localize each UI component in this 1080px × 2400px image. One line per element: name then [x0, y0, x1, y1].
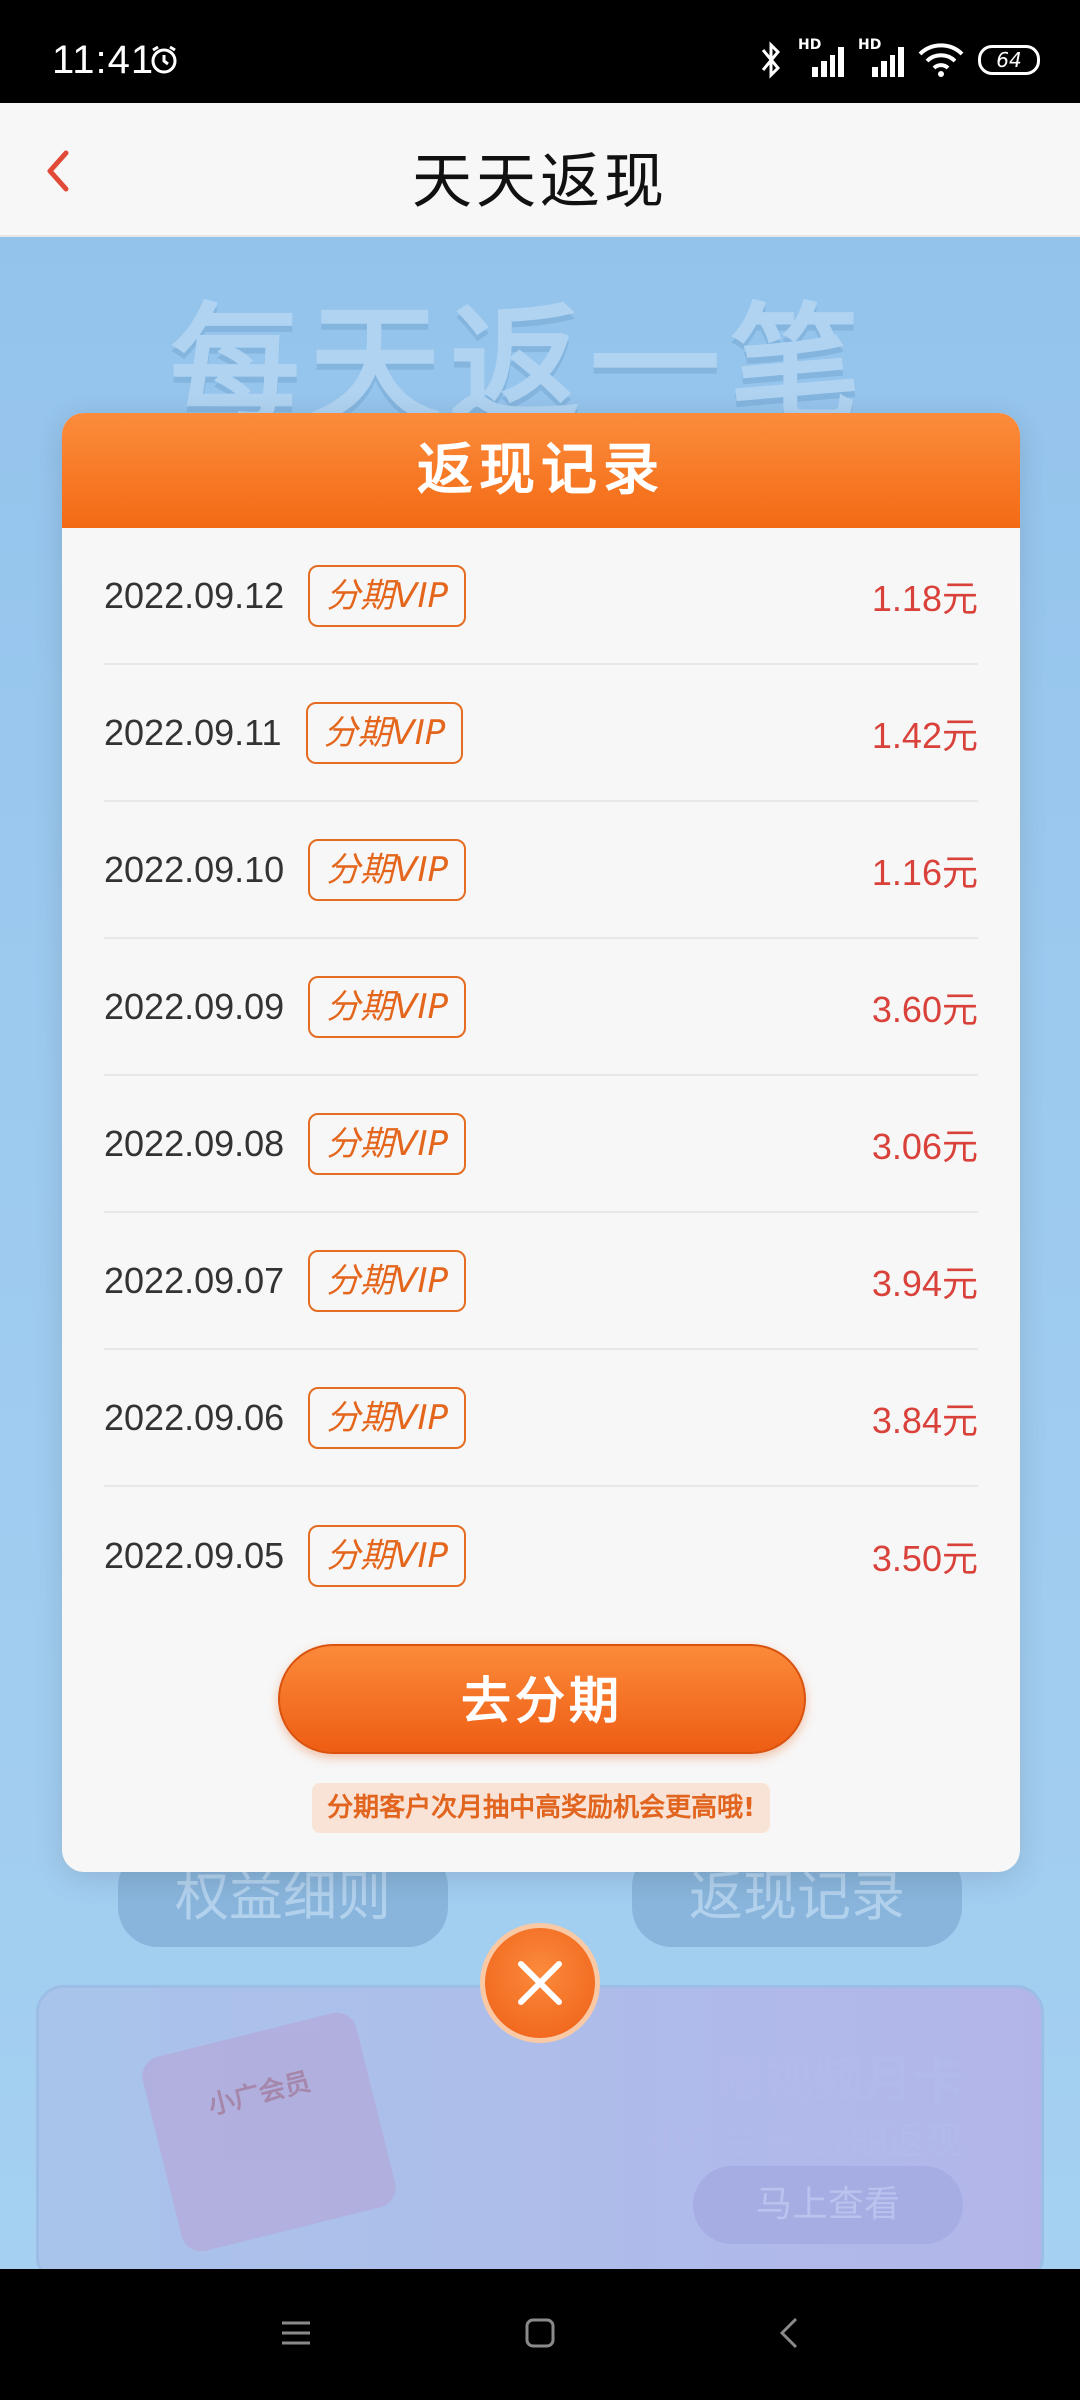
list-item: 2022.09.12 分期VIP 1.18元: [104, 528, 978, 665]
list-item: 2022.09.08 分期VIP 3.06元: [104, 1076, 978, 1213]
list-item: 2022.09.05 分期VIP 3.50元: [104, 1487, 978, 1624]
status-bar: 11:41 HD HD 64: [0, 0, 1080, 103]
record-date: 2022.09.11: [104, 711, 282, 753]
amount-value: 1.16: [871, 851, 942, 893]
record-amount: 1.16元: [872, 844, 978, 896]
wifi-icon: [918, 43, 964, 77]
amount-unit: 元: [941, 989, 978, 1031]
record-tag: 分期VIP: [308, 1386, 466, 1449]
list-item: 2022.09.06 分期VIP 3.84元: [104, 1350, 978, 1487]
signal-icon-1: HD: [798, 37, 844, 77]
amount-unit: 元: [941, 852, 978, 894]
battery-icon: 64: [978, 45, 1040, 75]
amount-unit: 元: [941, 1400, 978, 1442]
amount-value: 3.84: [871, 1399, 942, 1441]
record-amount: 3.50元: [872, 1530, 978, 1582]
record-amount: 3.06元: [872, 1118, 978, 1170]
system-nav-bar: [0, 2269, 1080, 2400]
record-amount: 1.42元: [872, 707, 978, 759]
record-amount: 3.60元: [872, 981, 978, 1033]
record-date: 2022.09.12: [104, 574, 285, 616]
back-icon[interactable]: [772, 2315, 808, 2351]
record-amount: 3.94元: [872, 1255, 978, 1307]
list-item: 2022.09.10 分期VIP 1.16元: [104, 802, 978, 939]
record-date: 2022.09.09: [104, 985, 285, 1027]
modal-title: 返现记录: [62, 413, 1020, 528]
record-list: 2022.09.12 分期VIP 1.18元 2022.09.11 分期VIP …: [104, 528, 978, 1624]
record-tag: 分期VIP: [305, 701, 464, 764]
list-item: 2022.09.07 分期VIP 3.94元: [104, 1213, 978, 1350]
status-time: 11:41: [52, 38, 155, 82]
alarm-icon: [151, 45, 177, 74]
signal-icon-2: HD: [858, 37, 904, 77]
record-date: 2022.09.05: [104, 1534, 285, 1576]
list-item: 2022.09.11 分期VIP 1.42元: [104, 665, 978, 802]
record-amount: 3.84元: [872, 1392, 978, 1444]
bluetooth-icon: [761, 41, 781, 79]
menu-icon[interactable]: [278, 2315, 314, 2351]
record-date: 2022.09.10: [104, 848, 285, 890]
close-modal-button[interactable]: [480, 1923, 600, 2043]
record-tag: 分期VIP: [308, 1112, 466, 1175]
amount-value: 3.60: [871, 988, 942, 1030]
amount-unit: 元: [941, 1538, 978, 1580]
amount-value: 1.42: [871, 714, 942, 756]
hd-label: HD: [798, 37, 822, 53]
list-item: 2022.09.09 分期VIP 3.60元: [104, 939, 978, 1076]
hd-label: HD: [858, 37, 882, 53]
record-tag: 分期VIP: [308, 564, 466, 627]
amount-unit: 元: [941, 1263, 978, 1305]
amount-unit: 元: [941, 1126, 978, 1168]
amount-value: 3.50: [871, 1537, 942, 1579]
record-tag: 分期VIP: [308, 975, 466, 1038]
record-date: 2022.09.06: [104, 1396, 285, 1438]
promo-hint: 分期客户次月抽中高奖励机会更高哦!: [312, 1783, 770, 1833]
amount-value: 3.06: [871, 1125, 942, 1167]
top-nav-bar: 天天返现: [0, 103, 1080, 237]
amount-unit: 元: [941, 578, 978, 620]
record-date: 2022.09.08: [104, 1122, 285, 1164]
amount-unit: 元: [941, 715, 978, 757]
record-date: 2022.09.07: [104, 1259, 285, 1301]
record-amount: 1.18元: [872, 570, 978, 622]
amount-value: 1.18: [871, 577, 942, 619]
page-title: 天天返现: [412, 147, 668, 217]
record-tag: 分期VIP: [308, 838, 466, 901]
cashback-record-modal: 返现记录 2022.09.12 分期VIP 1.18元 2022.09.11 分…: [62, 413, 1020, 1872]
record-tag: 分期VIP: [308, 1249, 466, 1312]
record-tag: 分期VIP: [308, 1524, 466, 1587]
amount-value: 3.94: [871, 1262, 942, 1304]
close-icon: [518, 1961, 562, 2005]
go-installment-button[interactable]: 去分期: [278, 1644, 806, 1754]
home-icon[interactable]: [522, 2315, 558, 2351]
